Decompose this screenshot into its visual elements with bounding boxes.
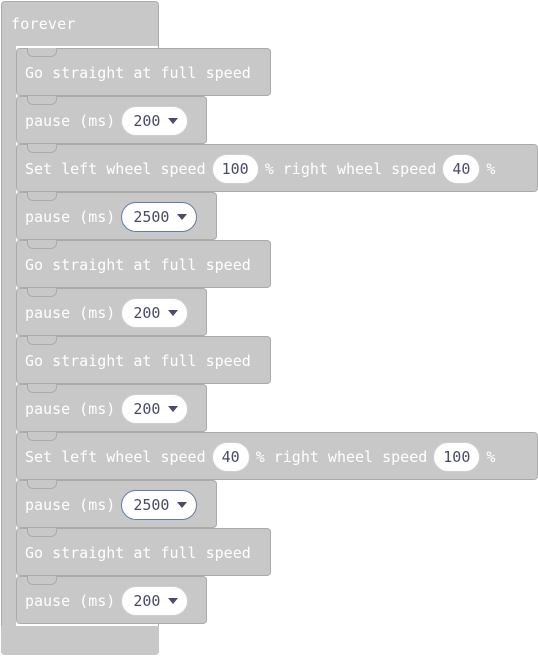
go-straight-block[interactable]: Go straight at full speed: [16, 240, 271, 288]
go-straight-block[interactable]: Go straight at full speed: [16, 48, 271, 96]
left-wheel-speed-input[interactable]: 100: [211, 154, 259, 184]
chevron-down-icon: [177, 214, 188, 220]
set-wheel-speed-block[interactable]: Set left wheel speed 100 % right wheel s…: [16, 144, 538, 192]
pause-label: pause (ms): [25, 208, 116, 226]
block-row: Set left wheel speed 40 % right wheel sp…: [25, 441, 495, 473]
block-notch: [27, 576, 57, 585]
block-notch: [27, 288, 57, 297]
pause-duration-value: 2500: [133, 208, 170, 226]
block-row: pause (ms) 2500: [25, 489, 203, 521]
go-straight-block[interactable]: Go straight at full speed: [16, 528, 271, 576]
block-row: Set left wheel speed 100 % right wheel s…: [25, 153, 495, 185]
chevron-down-icon: [177, 502, 188, 508]
pause-block[interactable]: pause (ms) 2500: [16, 480, 217, 528]
block-notch: [27, 528, 57, 537]
pause-label: pause (ms): [25, 496, 116, 514]
pause-duration-dropdown[interactable]: 200: [121, 394, 189, 424]
block-notch: [27, 192, 57, 201]
chevron-down-icon: [168, 406, 179, 412]
left-wheel-speed-input[interactable]: 40: [211, 442, 250, 472]
block-row: pause (ms) 200: [25, 393, 194, 425]
pause-block[interactable]: pause (ms) 2500: [16, 192, 217, 240]
pause-block[interactable]: pause (ms) 200: [16, 288, 207, 336]
chevron-down-icon: [168, 310, 179, 316]
pause-duration-dropdown[interactable]: 200: [121, 586, 189, 616]
go-straight-label: Go straight at full speed: [25, 256, 251, 274]
right-wheel-speed-input[interactable]: 100: [433, 442, 481, 472]
pause-duration-value: 2500: [133, 496, 170, 514]
block-row: pause (ms) 2500: [25, 201, 203, 233]
pause-label: pause (ms): [25, 304, 116, 322]
go-straight-label: Go straight at full speed: [25, 64, 251, 82]
pause-label: pause (ms): [25, 112, 116, 130]
go-straight-block[interactable]: Go straight at full speed: [16, 336, 271, 384]
left-wheel-label: Set left wheel speed: [25, 448, 206, 466]
block-notch: [27, 336, 57, 345]
block-notch: [27, 432, 57, 441]
pause-block[interactable]: pause (ms) 200: [16, 96, 207, 144]
chevron-down-icon: [168, 598, 179, 604]
block-notch: [27, 96, 57, 105]
block-row: pause (ms) 200: [25, 297, 194, 329]
block-notch: [27, 240, 57, 249]
set-wheel-speed-block[interactable]: Set left wheel speed 40 % right wheel sp…: [16, 432, 538, 480]
right-wheel-label: % right wheel speed: [255, 448, 428, 466]
pause-duration-dropdown[interactable]: 2500: [121, 490, 198, 520]
block-row: Go straight at full speed: [25, 57, 251, 89]
pause-block[interactable]: pause (ms) 200: [16, 384, 207, 432]
pause-label: pause (ms): [25, 592, 116, 610]
block-row: Go straight at full speed: [25, 249, 251, 281]
block-notch: [27, 480, 57, 489]
pause-duration-dropdown[interactable]: 200: [121, 298, 189, 328]
left-wheel-label: Set left wheel speed: [25, 160, 206, 178]
block-notch: [27, 144, 57, 153]
pause-duration-dropdown[interactable]: 2500: [121, 202, 198, 232]
block-row: Go straight at full speed: [25, 537, 251, 569]
block-row: pause (ms) 200: [25, 585, 194, 617]
forever-block-footer[interactable]: [1, 626, 159, 655]
pause-duration-value: 200: [133, 592, 161, 610]
block-row: Go straight at full speed: [25, 345, 251, 377]
chevron-down-icon: [168, 118, 179, 124]
block-notch: [27, 384, 57, 393]
right-wheel-speed-input[interactable]: 40: [442, 154, 481, 184]
pause-duration-value: 200: [133, 304, 161, 322]
percent-label: %: [486, 160, 496, 178]
block-row: pause (ms) 200: [25, 105, 194, 137]
blocks-workspace: forever Go straight at full speed pause …: [0, 0, 538, 656]
pause-label: pause (ms): [25, 400, 116, 418]
go-straight-label: Go straight at full speed: [25, 544, 251, 562]
go-straight-label: Go straight at full speed: [25, 352, 251, 370]
block-notch: [27, 48, 57, 57]
pause-duration-value: 200: [133, 112, 161, 130]
pause-duration-value: 200: [133, 400, 161, 418]
forever-label: forever: [11, 15, 76, 33]
percent-label: %: [486, 448, 496, 466]
right-wheel-label: % right wheel speed: [264, 160, 437, 178]
pause-block[interactable]: pause (ms) 200: [16, 576, 207, 624]
pause-duration-dropdown[interactable]: 200: [121, 106, 189, 136]
